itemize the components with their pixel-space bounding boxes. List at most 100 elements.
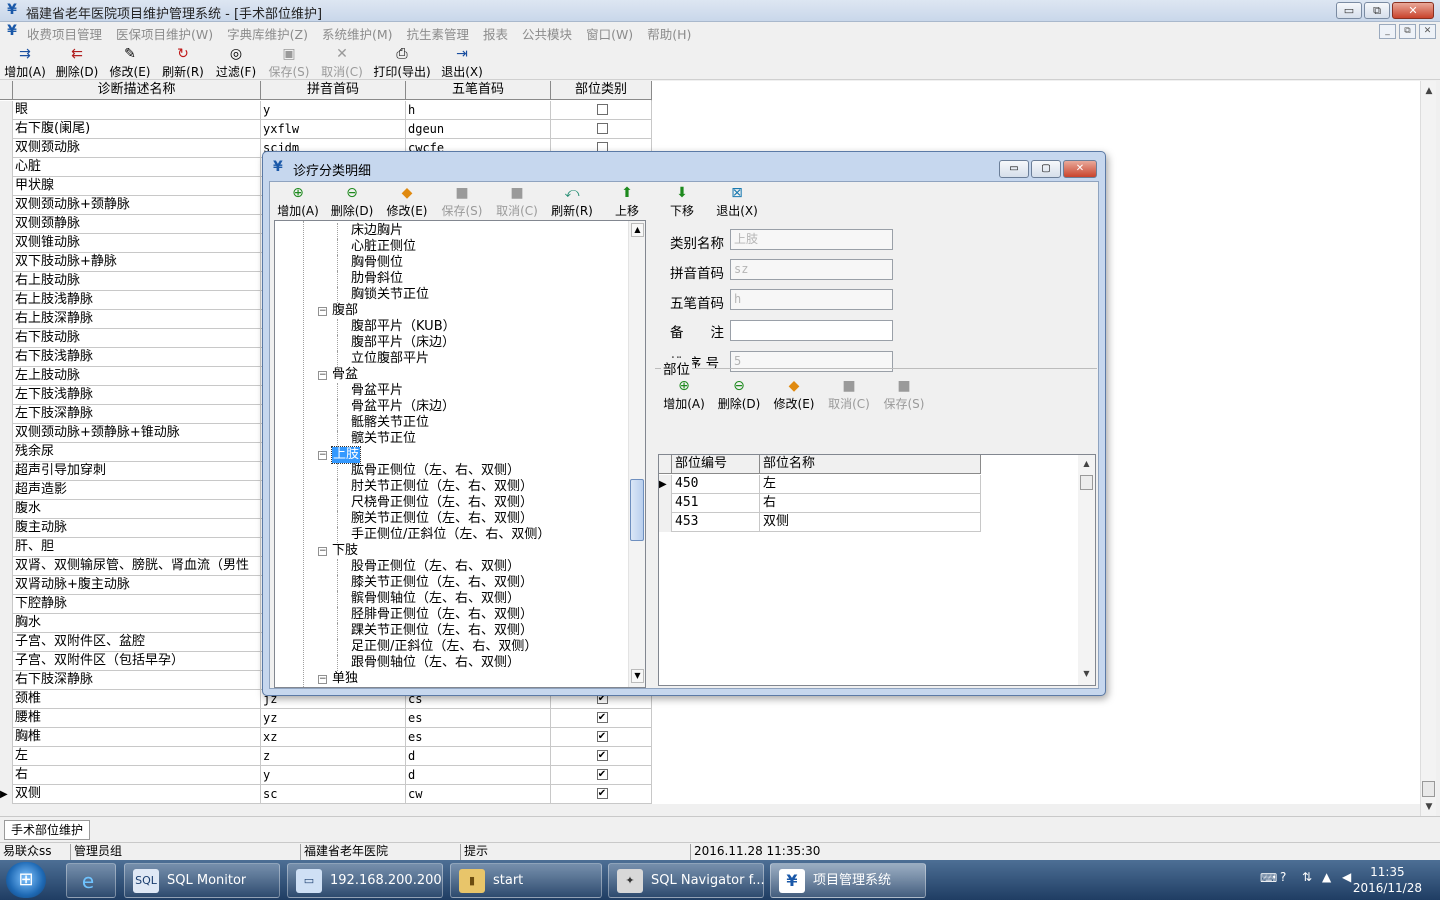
category-checkbox[interactable]: ✔ [596, 788, 608, 799]
cell-name[interactable]: 右上肢动脉 [13, 272, 261, 291]
taskbar-sql-navigator[interactable]: ✦ SQL Navigator f... [608, 863, 765, 898]
cell-category[interactable]: ✔ [551, 728, 652, 747]
show-hidden-icons-icon[interactable]: ▲ [1322, 870, 1331, 884]
column-header-category[interactable]: 部位类别 [551, 81, 652, 99]
part-row[interactable]: 451 右 [659, 494, 981, 513]
cell-name[interactable]: 右下肢动脉 [13, 329, 261, 348]
tree-node-group[interactable]: 下肢 [332, 543, 358, 559]
tree-node-item[interactable]: 心脏正侧位 [351, 239, 416, 255]
dialog-titlebar[interactable]: ¥ 诊疗分类明细 ▭ ▢ ✕ [263, 152, 1105, 180]
cell-name[interactable]: 下腔静脉 [13, 595, 261, 614]
tree-node-item[interactable]: 足正侧/正斜位（左、右、双侧） [351, 639, 537, 655]
help-icon[interactable]: ? [1280, 870, 1286, 884]
category-checkbox[interactable]: ✔ [596, 731, 608, 742]
table-row[interactable]: 右下腹(阑尾) yxflw dgeun [0, 120, 652, 139]
tree-node-item[interactable]: 踝关节正侧位（左、右、双侧） [351, 623, 533, 639]
menu-item-insurance[interactable]: 医保项目维护(W) [116, 24, 213, 43]
row-indicator[interactable] [0, 234, 13, 253]
cell-name[interactable]: 心脏 [13, 158, 261, 177]
cell-name[interactable]: 右下肢深静脉 [13, 671, 261, 690]
cell-pinyin[interactable]: xz [261, 728, 406, 747]
row-indicator[interactable] [0, 215, 13, 234]
scroll-thumb[interactable] [1422, 781, 1435, 797]
cell-pinyin[interactable]: y [261, 101, 406, 120]
tree-node-item[interactable]: 床边胸片 [351, 223, 403, 239]
menu-item-antibiotic[interactable]: 抗生素管理 [407, 24, 470, 43]
tree-node-item[interactable]: 骨盆平片 [351, 383, 403, 399]
category-checkbox[interactable]: ✔ [596, 712, 608, 723]
cell-name[interactable]: 双下肢动脉+静脉 [13, 253, 261, 272]
wubi-code-field[interactable]: h [730, 289, 893, 310]
row-indicator[interactable] [0, 424, 13, 443]
part-delete-button[interactable]: ⊖ 删除(D) [713, 378, 765, 412]
pinyin-code-field[interactable]: sz [730, 259, 893, 280]
ie-taskbar-button[interactable]: e [66, 863, 116, 898]
row-indicator[interactable] [0, 747, 13, 766]
start-button[interactable]: ⊞ [6, 862, 46, 898]
tree-collapse-icon[interactable]: − [318, 675, 327, 684]
tree-node-item[interactable]: 腹部平片（床边） [351, 335, 455, 351]
cell-name[interactable]: 胸椎 [13, 728, 261, 747]
cell-name[interactable]: 腹主动脉 [13, 519, 261, 538]
remark-field[interactable] [730, 320, 893, 341]
row-indicator[interactable] [0, 595, 13, 614]
part-add-button[interactable]: ⊕ 增加(A) [658, 378, 710, 412]
edit-button[interactable]: ✎ 修改(E) [105, 46, 155, 80]
part-scroll-thumb[interactable] [1080, 475, 1093, 490]
tree-node-item[interactable]: 膝关节正侧位（左、右、双侧） [351, 575, 533, 591]
tree-scroll-down-icon[interactable]: ▼ [631, 669, 644, 683]
dialog-move-up-button[interactable]: ⬆ 上移 [601, 185, 653, 219]
cell-name[interactable]: 颈椎 [13, 690, 261, 709]
row-indicator[interactable] [0, 519, 13, 538]
category-checkbox[interactable] [596, 123, 608, 134]
part-row[interactable]: ▶ 450 左 [659, 475, 981, 494]
tree-node-group[interactable]: 上肢 [330, 446, 362, 464]
row-indicator[interactable] [0, 690, 13, 709]
add-button[interactable]: ⇉ 增加(A) [0, 46, 50, 80]
cell-name[interactable]: 双肾动脉+腹主动脉 [13, 576, 261, 595]
tree-scrollbar[interactable]: ▲ ▼ [628, 221, 645, 687]
taskbar-remote-desktop[interactable]: ▭ 192.168.200.200 [287, 863, 443, 898]
row-indicator[interactable] [0, 101, 13, 120]
row-indicator[interactable] [0, 272, 13, 291]
cell-pinyin[interactable]: yz [261, 709, 406, 728]
cell-wubi[interactable]: h [406, 101, 551, 120]
tree-node-group[interactable]: 腹部 [332, 303, 358, 319]
dialog-maximize-button[interactable]: ▢ [1031, 160, 1061, 178]
row-indicator[interactable] [0, 652, 13, 671]
cell-category[interactable]: ✔ [551, 785, 652, 804]
part-save-button[interactable]: ■ 保存(S) [878, 378, 930, 412]
cell-wubi[interactable]: es [406, 709, 551, 728]
part-code-cell[interactable]: 451 [672, 494, 760, 513]
row-indicator[interactable] [0, 766, 13, 785]
cell-category[interactable] [551, 101, 652, 120]
restore-button[interactable]: ⧉ [1364, 2, 1390, 19]
row-indicator[interactable] [0, 709, 13, 728]
part-row[interactable]: 453 双侧 [659, 513, 981, 532]
cell-name[interactable]: 肝、胆 [13, 538, 261, 557]
cell-category[interactable]: ✔ [551, 747, 652, 766]
network-icon[interactable]: ⇅ [1302, 870, 1312, 884]
row-indicator[interactable] [0, 576, 13, 595]
cell-category[interactable] [551, 120, 652, 139]
row-indicator[interactable] [0, 177, 13, 196]
row-indicator[interactable] [0, 405, 13, 424]
cell-name[interactable]: 右下肢浅静脉 [13, 348, 261, 367]
menu-item-dictionary[interactable]: 字典库维护(Z) [227, 24, 308, 43]
part-name-cell[interactable]: 双侧 [760, 513, 981, 532]
tree-node-item[interactable]: 跟骨侧轴位（左、右、双侧） [351, 655, 520, 671]
tree-node-item[interactable]: 肱骨正侧位（左、右、双侧） [351, 463, 520, 479]
part-row-indicator[interactable]: ▶ [659, 475, 672, 494]
menu-item-charge[interactable]: 收费项目管理 [27, 24, 102, 43]
row-indicator[interactable] [0, 671, 13, 690]
tree-node-group[interactable]: 骨盆 [332, 367, 358, 383]
cell-name[interactable]: 腹水 [13, 500, 261, 519]
part-row-indicator[interactable] [659, 494, 672, 513]
row-indicator[interactable] [0, 120, 13, 139]
cell-name[interactable]: 双侧 [13, 785, 261, 804]
tree-collapse-icon[interactable]: − [318, 451, 327, 460]
part-code-cell[interactable]: 450 [672, 475, 760, 494]
tree-node-item[interactable]: 腕关节正侧位（左、右、双侧） [351, 511, 533, 527]
mdi-child-icon[interactable]: ¥ [4, 23, 20, 40]
tree-collapse-icon[interactable]: − [318, 547, 327, 556]
